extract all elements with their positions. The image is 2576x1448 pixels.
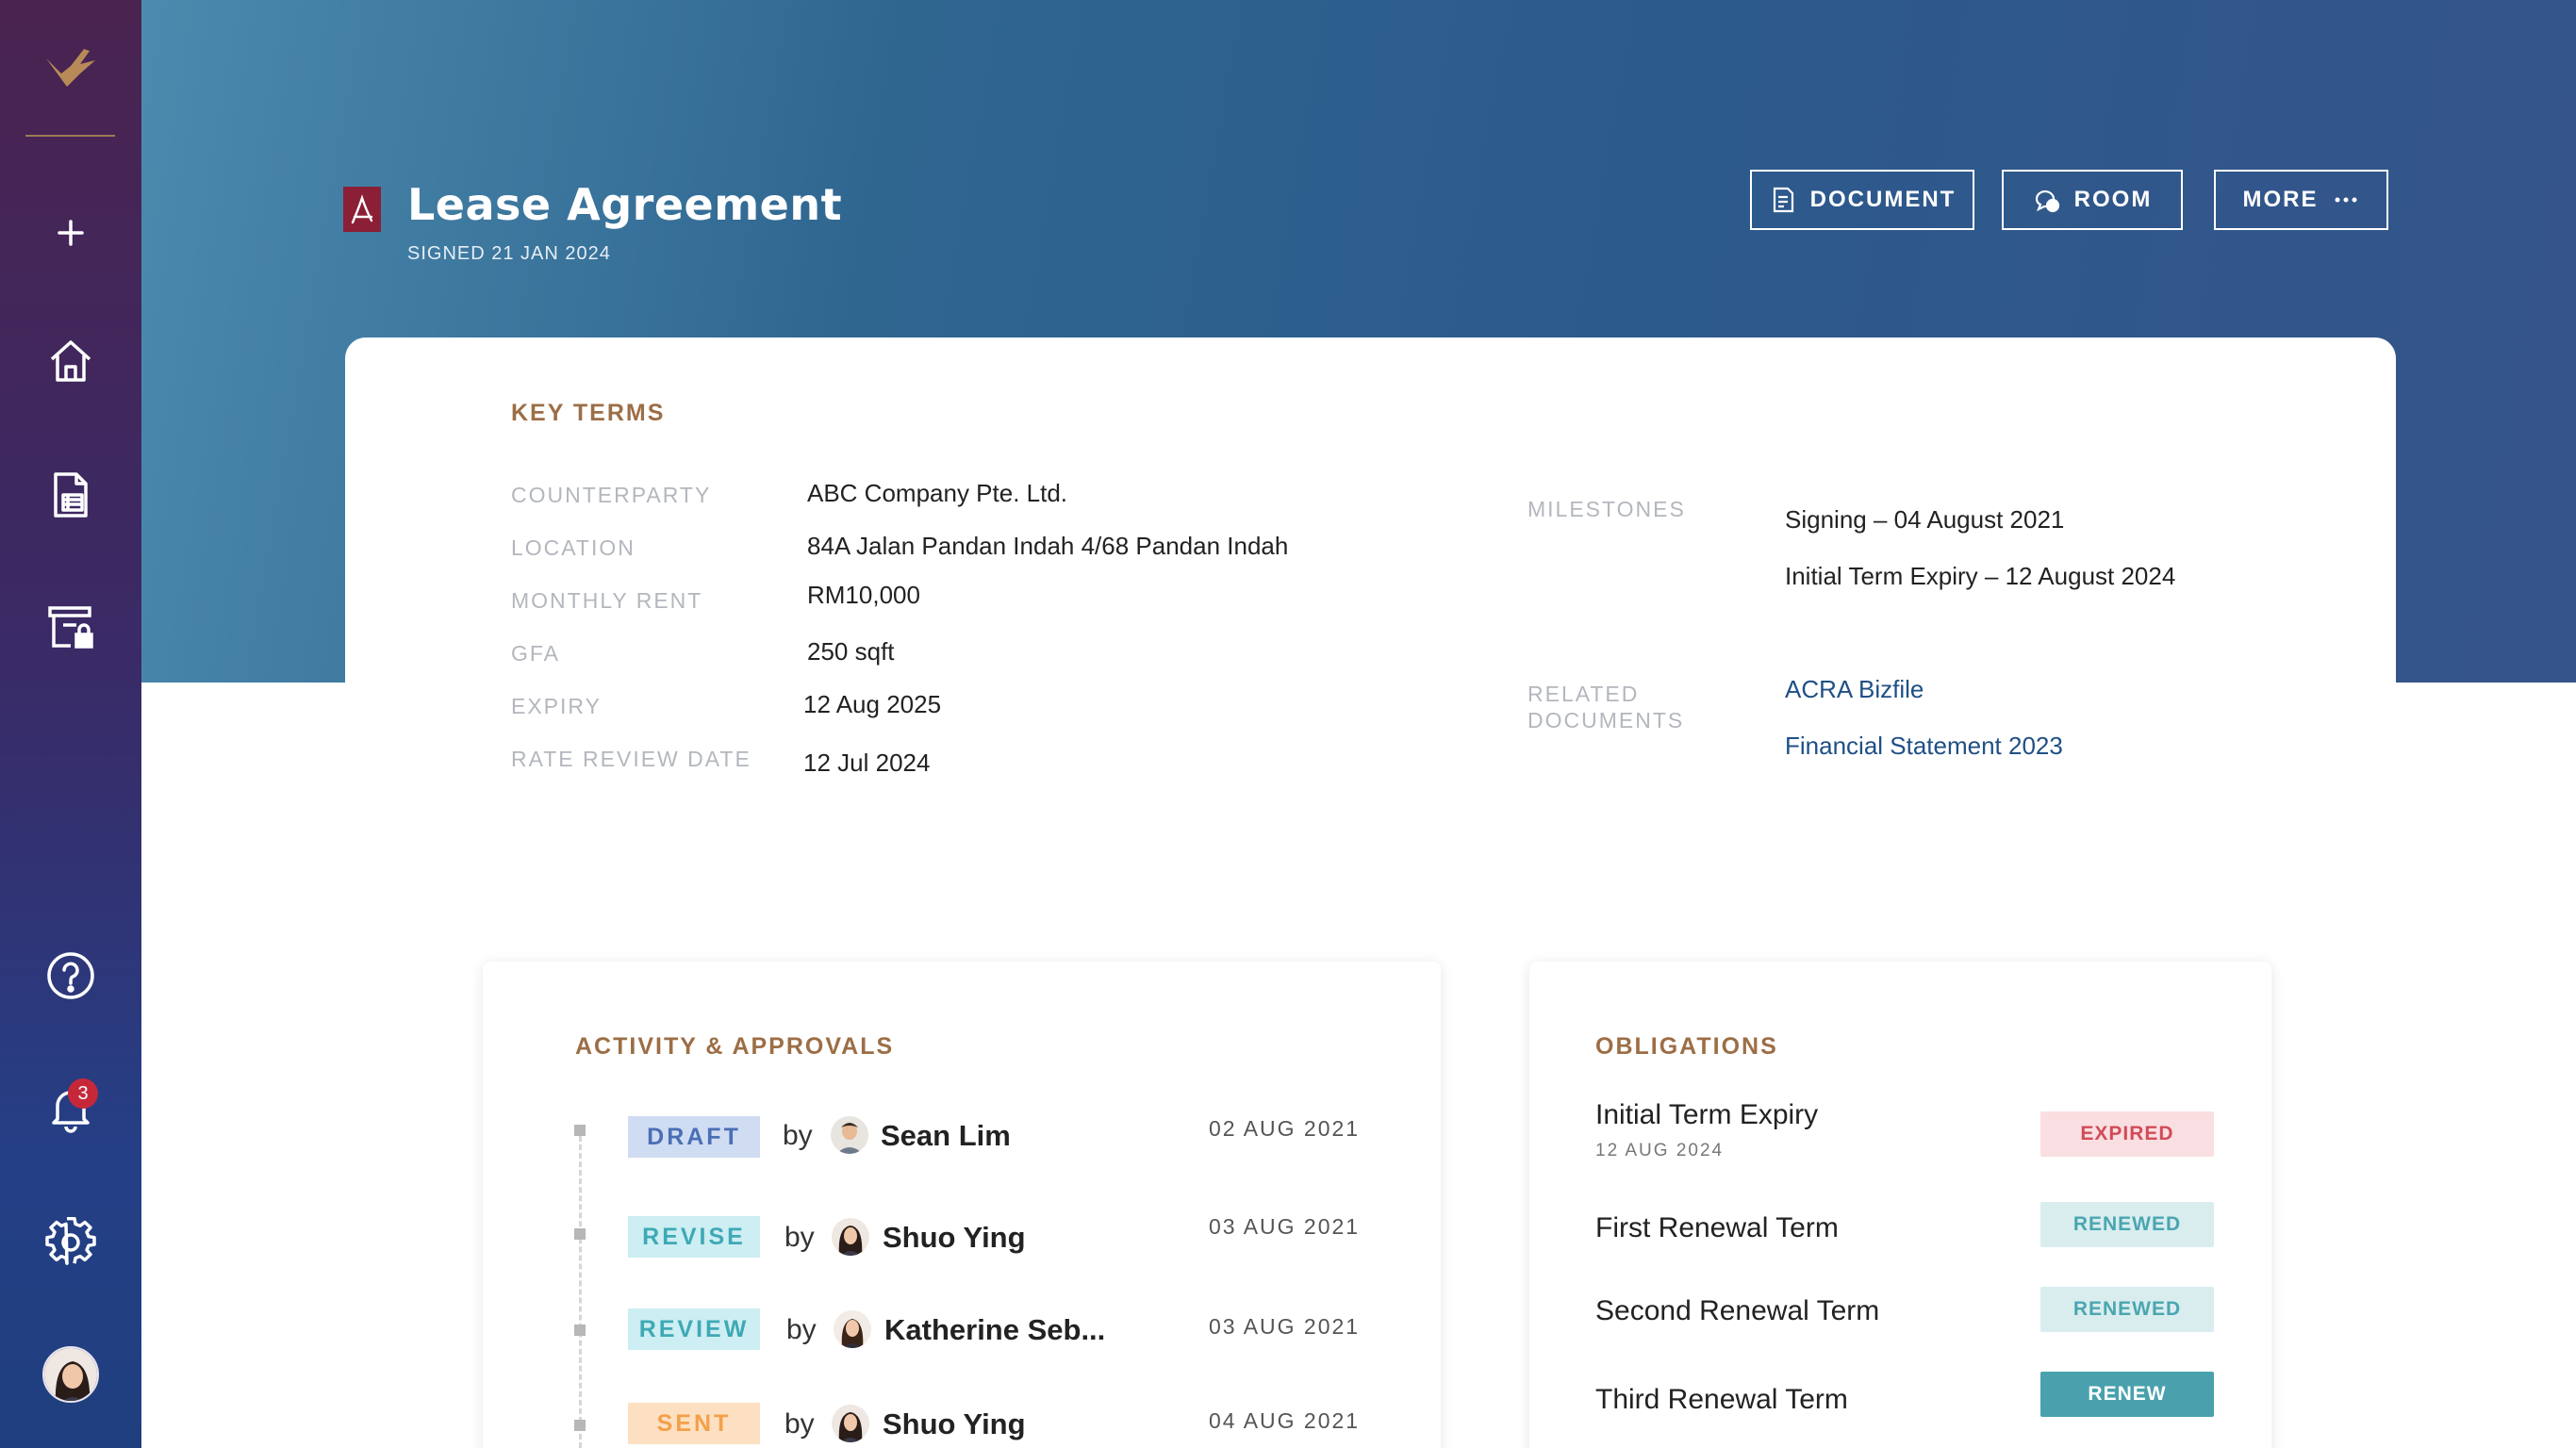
gear-icon[interactable] (38, 1209, 104, 1275)
activity-date: 03 AUG 2021 (1209, 1214, 1361, 1239)
sidebar: 3 (0, 0, 141, 1448)
milestone-item: Signing – 04 August 2021 (1785, 505, 2065, 534)
actor-name: Shuo Ying (883, 1407, 1026, 1440)
room-button-label: ROOM (2073, 187, 2153, 212)
renewed-badge: RENEWED (2040, 1287, 2214, 1332)
obligation-name: Initial Term Expiry (1595, 1099, 1819, 1130)
rate-review-date-value: 12 Jul 2024 (803, 749, 931, 777)
more-dots-icon (2335, 197, 2356, 203)
monthly-rent-value: RM10,000 (807, 581, 920, 609)
actor-name: Shuo Ying (883, 1221, 1026, 1254)
actor-name: Katherine Seb... (884, 1313, 1106, 1346)
monthly-rent-label: MONTHLY RENT (511, 588, 703, 613)
related-doc-link[interactable]: ACRA Bizfile (1785, 675, 1924, 704)
location-label: LOCATION (511, 535, 636, 560)
notification-badge: 3 (68, 1078, 98, 1109)
chat-bubbles-icon (2035, 189, 2059, 213)
related-documents-label: RELATED DOCUMENTS (1527, 681, 1684, 733)
renewed-badge: RENEWED (2040, 1202, 2214, 1247)
help-icon[interactable] (38, 943, 104, 1009)
milestones-label: MILESTONES (1527, 497, 1686, 521)
status-badge: REVIEW (628, 1308, 760, 1350)
activity-title: ACTIVITY & APPROVALS (575, 1033, 895, 1060)
by-label: by (784, 1222, 815, 1253)
activity-date: 04 AUG 2021 (1209, 1408, 1361, 1433)
related-label-line-1: RELATED (1527, 682, 1640, 706)
document-icon (1773, 187, 1793, 213)
more-button[interactable]: MORE (2214, 170, 2388, 230)
document-list-icon[interactable] (38, 462, 104, 528)
rate-review-date-label: RATE REVIEW DATE (511, 747, 751, 771)
expiry-label: EXPIRY (511, 694, 602, 718)
expired-badge: EXPIRED (2040, 1111, 2214, 1157)
obligation-date: 12 AUG 2024 (1595, 1141, 1725, 1160)
related-label-line-2: DOCUMENTS (1527, 708, 1685, 732)
timeline-line (579, 1127, 582, 1448)
status-badge: SENT (628, 1403, 760, 1444)
by-label: by (786, 1314, 817, 1345)
avatar (834, 1310, 871, 1348)
plus-icon[interactable] (38, 200, 104, 266)
gfa-value: 250 sqft (807, 637, 895, 666)
bell-icon[interactable]: 3 (38, 1075, 104, 1141)
expiry-value: 12 Aug 2025 (803, 690, 942, 718)
counterparty-value: ABC Company Pte. Ltd. (807, 479, 1068, 507)
key-terms-title: KEY TERMS (511, 400, 666, 426)
locked-archive-icon[interactable] (38, 594, 104, 660)
related-doc-link[interactable]: Financial Statement 2023 (1785, 732, 2063, 761)
more-button-label: MORE (2242, 187, 2319, 212)
document-button-label: DOCUMENT (1809, 187, 1957, 212)
timeline-dot (574, 1420, 586, 1431)
obligation-name: First Renewal Term (1595, 1212, 1839, 1243)
obligation-name: Third Renewal Term (1595, 1384, 1848, 1415)
timeline-dot (574, 1325, 586, 1336)
milestone-item: Initial Term Expiry – 12 August 2024 (1785, 562, 2176, 590)
sidebar-divider (25, 135, 115, 137)
obligation-name: Second Renewal Term (1595, 1295, 1880, 1326)
pdf-icon (343, 187, 381, 232)
home-icon[interactable] (38, 328, 104, 394)
bird-logo-icon[interactable] (42, 45, 99, 92)
by-label: by (783, 1120, 813, 1151)
status-badge: REVISE (628, 1216, 760, 1258)
room-button[interactable]: ROOM (2002, 170, 2183, 230)
counterparty-label: COUNTERPARTY (511, 483, 712, 507)
avatar[interactable] (42, 1346, 99, 1403)
document-button[interactable]: DOCUMENT (1750, 170, 1974, 230)
by-label: by (784, 1408, 815, 1440)
timeline-dot (574, 1125, 586, 1136)
gfa-label: GFA (511, 641, 561, 666)
obligations-title: OBLIGATIONS (1595, 1033, 1778, 1060)
activity-date: 03 AUG 2021 (1209, 1314, 1361, 1339)
actor-name: Sean Lim (881, 1119, 1011, 1152)
avatar (832, 1405, 869, 1442)
page-title: Lease Agreement (407, 179, 843, 230)
signed-date: SIGNED 21 JAN 2024 (407, 243, 611, 264)
renew-button[interactable]: RENEW (2040, 1372, 2214, 1417)
location-value: 84A Jalan Pandan Indah 4/68 Pandan Indah (807, 532, 1289, 560)
avatar (831, 1116, 868, 1154)
timeline-dot (574, 1228, 586, 1240)
status-badge: DRAFT (628, 1116, 760, 1158)
avatar (832, 1218, 869, 1256)
activity-date: 02 AUG 2021 (1209, 1116, 1361, 1141)
